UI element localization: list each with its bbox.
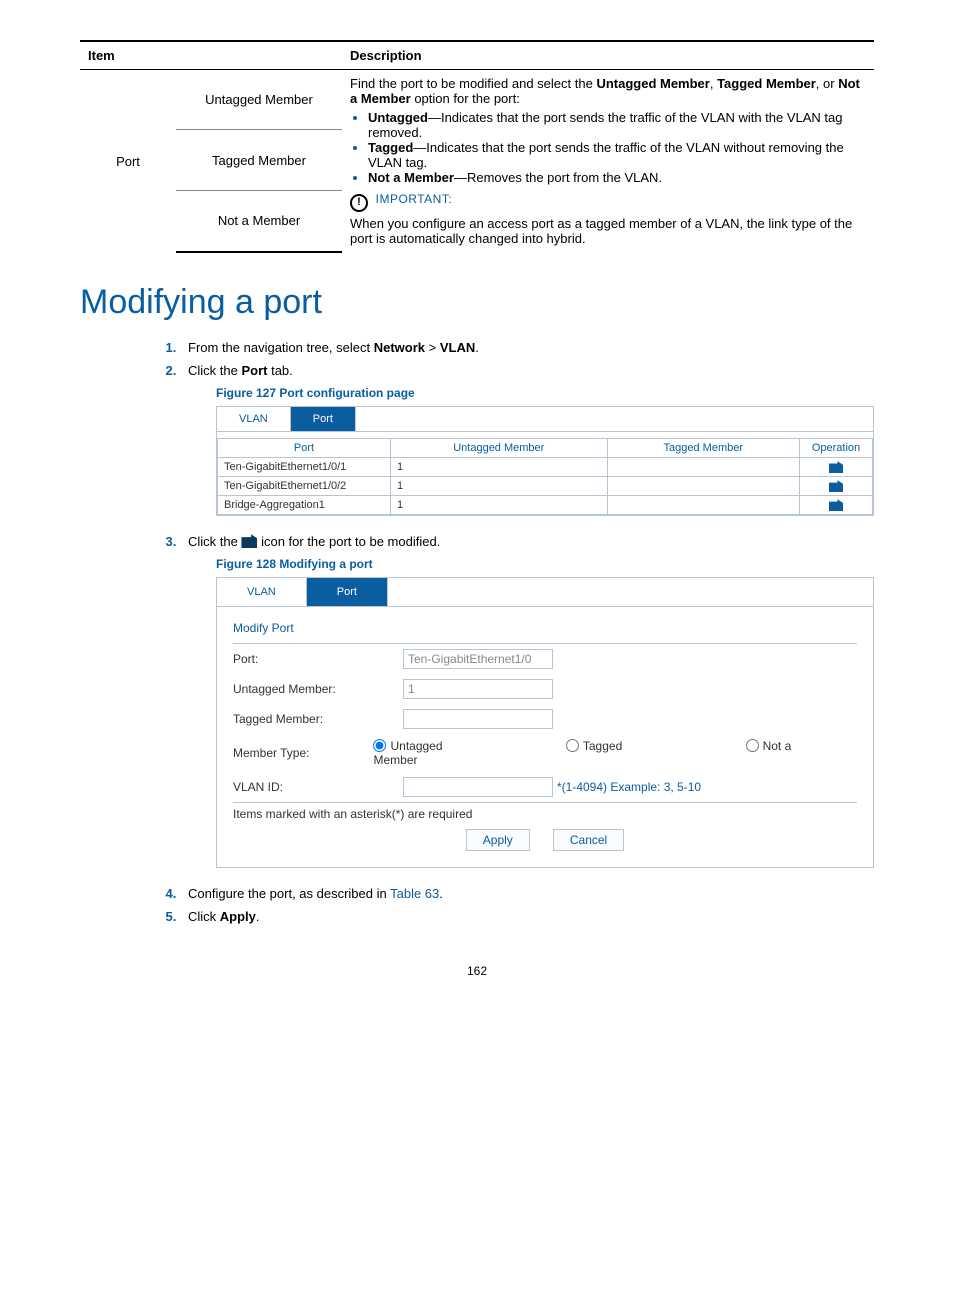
table-63-link[interactable]: Table 63	[390, 886, 439, 901]
important-icon: !	[350, 194, 368, 212]
cell-tm	[607, 496, 799, 515]
step-5: Click Apply.	[180, 909, 874, 924]
cell-description: Find the port to be modified and select …	[342, 70, 874, 253]
required-note: Items marked with an asterisk(*) are req…	[233, 807, 857, 821]
screenshot-modify-port: VLAN Port Modify Port Port: Untagged Mem…	[216, 577, 874, 868]
figure-127-caption: Figure 127 Port configuration page	[216, 386, 874, 400]
cell-port: Port	[80, 70, 176, 253]
important-note: When you configure an access port as a t…	[350, 216, 866, 246]
table-row: Ten-GigabitEthernet1/0/2 1	[218, 477, 873, 496]
label-port: Port:	[233, 652, 403, 666]
tab-vlan[interactable]: VLAN	[217, 407, 291, 431]
bullet-untagged: Untagged—Indicates that the port sends t…	[368, 110, 866, 140]
table-row: Ten-GigabitEthernet1/0/1 1	[218, 458, 873, 477]
cell-untagged-member: Untagged Member	[176, 70, 342, 130]
th-port: Port	[218, 439, 391, 458]
apply-button[interactable]: Apply	[466, 829, 530, 851]
cell-um: 1	[391, 458, 608, 477]
edit-icon[interactable]	[829, 461, 843, 473]
radio-untagged[interactable]	[373, 739, 386, 752]
label-member-type: Member Type:	[233, 746, 373, 760]
cell-not-a-member: Not a Member	[176, 190, 342, 252]
vlan-id-hint: *(1-4094) Example: 3, 5-10	[557, 780, 701, 794]
th-description: Description	[342, 41, 874, 70]
tab-vlan[interactable]: VLAN	[217, 578, 307, 606]
important-label: ! IMPORTANT:	[350, 191, 866, 212]
step-list: From the navigation tree, select Network…	[80, 340, 874, 924]
form-title: Modify Port	[233, 621, 857, 635]
table-row: Bridge-Aggregation1 1	[218, 496, 873, 515]
th-operation: Operation	[800, 439, 873, 458]
port-field[interactable]	[403, 649, 553, 669]
edit-icon	[241, 534, 257, 548]
figure-128-caption: Figure 128 Modifying a port	[216, 557, 874, 571]
cell-port-name: Ten-GigabitEthernet1/0/1	[218, 458, 391, 477]
screenshot-port-config: VLAN Port Port Untagged Member Tagged Me…	[216, 406, 874, 516]
th-item: Item	[80, 41, 176, 70]
tab-port[interactable]: Port	[291, 407, 356, 431]
label-untagged: Untagged Member:	[233, 682, 403, 696]
vlan-id-field[interactable]	[403, 777, 553, 797]
tab-port[interactable]: Port	[307, 578, 388, 606]
cell-um: 1	[391, 496, 608, 515]
cell-tm	[607, 458, 799, 477]
radio-not-member[interactable]	[746, 739, 759, 752]
edit-icon[interactable]	[829, 480, 843, 492]
step-1: From the navigation tree, select Network…	[180, 340, 874, 355]
tagged-field[interactable]	[403, 709, 553, 729]
tabbar: VLAN Port	[217, 578, 873, 607]
cell-tagged-member: Tagged Member	[176, 130, 342, 190]
label-tagged: Tagged Member:	[233, 712, 403, 726]
desc-bullet-list: Untagged—Indicates that the port sends t…	[350, 110, 866, 185]
step-4: Configure the port, as described in Tabl…	[180, 886, 874, 901]
cell-um: 1	[391, 477, 608, 496]
th-untagged: Untagged Member	[391, 439, 608, 458]
desc-intro: Find the port to be modified and select …	[350, 76, 866, 106]
member-description-table: Item Description Port Untagged Member Fi…	[80, 40, 874, 253]
cell-port-name: Ten-GigabitEthernet1/0/2	[218, 477, 391, 496]
port-grid: Port Untagged Member Tagged Member Opera…	[217, 438, 873, 515]
bullet-tagged: Tagged—Indicates that the port sends the…	[368, 140, 866, 170]
cancel-button[interactable]: Cancel	[553, 829, 624, 851]
step-3: Click the icon for the port to be modifi…	[180, 534, 874, 868]
edit-icon[interactable]	[829, 499, 843, 511]
cell-tm	[607, 477, 799, 496]
radio-tagged[interactable]	[566, 739, 579, 752]
th-tagged: Tagged Member	[607, 439, 799, 458]
step-2: Click the Port tab. Figure 127 Port conf…	[180, 363, 874, 516]
cell-port-name: Bridge-Aggregation1	[218, 496, 391, 515]
tabbar: VLAN Port	[217, 407, 873, 432]
member-type-radios: Untagged Tagged Not a Member	[373, 739, 857, 767]
bullet-not-member: Not a Member—Removes the port from the V…	[368, 170, 866, 185]
page-title: Modifying a port	[80, 283, 874, 322]
label-vlan-id: VLAN ID:	[233, 780, 403, 794]
page-number: 162	[80, 964, 874, 978]
modify-port-form: Modify Port Port: Untagged Member: Tagge…	[217, 607, 873, 867]
untagged-field[interactable]	[403, 679, 553, 699]
